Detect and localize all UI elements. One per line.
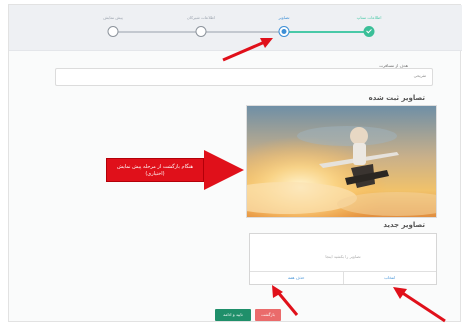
registered-image [246, 105, 437, 218]
image-upload-dropzone[interactable]: تصاویر را بکشید اینجا حذف همه انتخاب [249, 233, 437, 285]
annotation-callout: هنگام بازگشت از مرحله پیش نمایش (اختیاری… [106, 158, 204, 182]
back-button[interactable]: بازگشت [255, 309, 281, 321]
step-circle-setup-check-icon[interactable] [363, 26, 375, 37]
annotation-callout-text: هنگام بازگشت از مرحله پیش نمایش (اختیاری… [116, 164, 194, 177]
stepper-line [113, 31, 201, 33]
purpose-field[interactable]: تفریحی [55, 68, 433, 86]
annotation-arrow-choose-icon [400, 290, 446, 323]
annotation-arrowhead-choose-icon [393, 287, 407, 299]
upload-hint: تصاویر را بکشید اینجا [325, 254, 361, 259]
annotation-arrowhead-remove-icon [272, 285, 283, 298]
step-circle-preview[interactable] [107, 26, 119, 37]
new-images-title: تصاویر جدید [383, 221, 425, 229]
page-frame: پیش نمایش اطلاعات شیرکان تصاویر اطلاعات … [8, 4, 462, 323]
registered-image-photo [247, 106, 436, 217]
step-label-setup: اطلاعات ستاپ [356, 15, 382, 20]
step-label-preview: پیش نمایش [103, 15, 123, 20]
annotation-arrow-icon [204, 150, 244, 190]
step-circle-info[interactable] [195, 26, 207, 37]
registered-images-title: تصاویر ثبت شده [368, 94, 425, 102]
stepper-line [201, 31, 284, 33]
confirm-continue-button[interactable]: تایید و ادامه [215, 309, 251, 321]
step-label-info: اطلاعات شیرکان [186, 15, 216, 20]
stepper: پیش نمایش اطلاعات شیرکان تصاویر اطلاعات … [9, 5, 462, 51]
upload-actions: حذف همه انتخاب [250, 271, 436, 284]
purpose-field-value: تفریحی [413, 73, 426, 78]
stepper-line-done [284, 31, 369, 33]
remove-all-button[interactable]: حذف همه [250, 272, 344, 284]
step-circle-images[interactable] [278, 26, 290, 37]
step-label-images: تصاویر [278, 15, 290, 20]
choose-file-button[interactable]: انتخاب [344, 272, 437, 284]
